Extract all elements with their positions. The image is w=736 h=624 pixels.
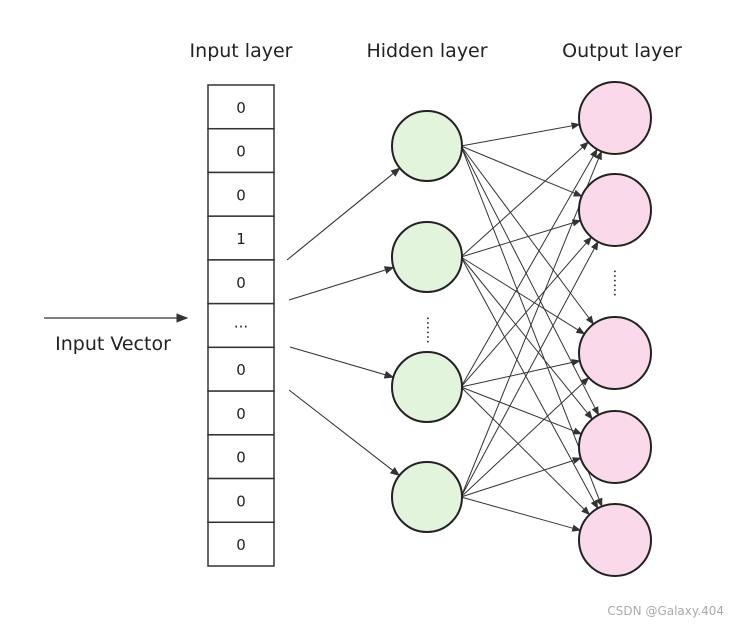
hidden-to-output-arrow [460, 358, 581, 388]
hidden-to-output-arrow [460, 376, 590, 498]
input-cell-value: 1 [236, 230, 246, 248]
hidden-to-output-arrow [460, 236, 592, 388]
watermark: CSDN @Galaxy.404 [607, 604, 724, 618]
hidden-to-output-arrow [460, 122, 581, 147]
hidden-to-output-arrow [460, 496, 582, 532]
hidden-to-output-arrow [460, 145, 600, 416]
neural-network-diagram: Input layer Hidden layer Output layer In… [44, 40, 724, 618]
hidden-ellipsis: …… [423, 316, 439, 344]
input-cell-value: 0 [236, 99, 246, 117]
hidden-node [391, 110, 463, 182]
output-node [578, 173, 652, 247]
input-to-hidden-arrow [288, 389, 401, 477]
output-node [578, 316, 652, 390]
hidden-node [391, 221, 463, 293]
output-layer-title: Output layer [562, 40, 682, 62]
hidden-layer-title: Hidden layer [366, 40, 487, 62]
input-cell-value: 0 [236, 274, 246, 292]
output-ellipsis: …… [610, 269, 626, 297]
input-vector-cells: 0 0 0 1 0... 0 0 0 0 0 [207, 84, 275, 567]
input-cell-value: 0 [236, 361, 246, 379]
hidden-to-output-arrow [460, 145, 595, 325]
input-cell-value: 0 [236, 186, 246, 204]
hidden-to-output-arrow [460, 141, 589, 258]
output-node [578, 81, 652, 155]
hidden-to-output-arrow [460, 386, 583, 435]
input-to-hidden-arrow [288, 266, 395, 301]
hidden-to-output-arrow [460, 256, 586, 335]
input-layer-title: Input layer [190, 40, 293, 62]
input-cell-value: 0 [236, 405, 246, 423]
hidden-node [391, 351, 463, 423]
input-cell-value: 0 [236, 536, 246, 554]
input-cell-value: ... [234, 314, 248, 332]
input-to-hidden-arrow [286, 167, 401, 261]
input-vector-label: Input Vector [55, 333, 171, 355]
input-cell-value: 0 [236, 143, 246, 161]
output-node [578, 410, 652, 484]
input-cell-value: 0 [236, 492, 246, 510]
input-to-hidden-arrow [289, 346, 395, 379]
hidden-node [391, 461, 463, 533]
output-node [578, 503, 652, 577]
input-cell-value: 0 [236, 449, 246, 467]
